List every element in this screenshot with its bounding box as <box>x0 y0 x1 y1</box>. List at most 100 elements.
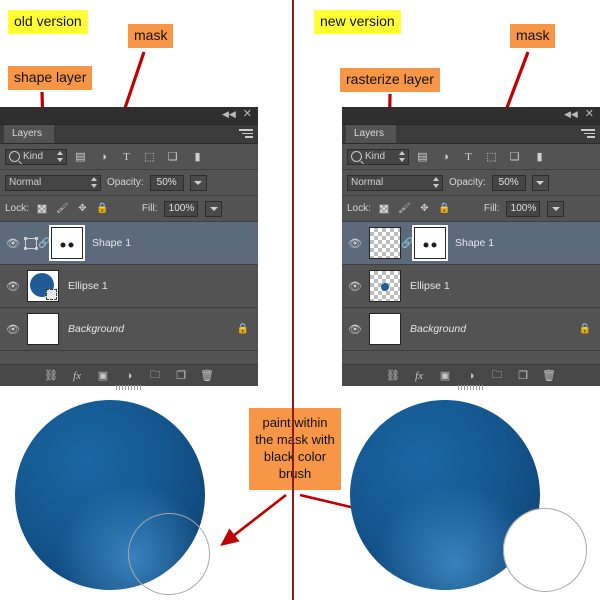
filter-toggle-icon[interactable]: ▮ <box>530 148 549 165</box>
blend-mode-dropdown[interactable]: Normal <box>5 174 101 191</box>
smart-object-filter-icon[interactable]: ❏ <box>163 148 182 165</box>
new-layer-icon[interactable]: ❐ <box>174 368 189 383</box>
layer-style-fx-icon[interactable]: fx <box>70 368 85 383</box>
screenshot-root: old version mask shape layer new version… <box>0 0 600 600</box>
panel-menu-icon[interactable] <box>581 129 595 139</box>
layer-thumbnail[interactable] <box>369 313 401 345</box>
link-icon[interactable]: 🔗 <box>38 238 51 249</box>
lock-all-icon[interactable]: 🔒 <box>438 202 451 215</box>
new-group-icon[interactable]: 🗀 <box>490 368 505 383</box>
chevron-updown-icon <box>56 151 63 162</box>
layer-row-ellipse-1[interactable]: 👁 Ellipse 1 <box>342 265 600 308</box>
layer-name: Background <box>68 323 125 335</box>
shape-filter-icon[interactable]: ⬚ <box>140 148 159 165</box>
lock-label: Lock: <box>347 203 371 214</box>
link-layers-icon[interactable]: ⛓ <box>386 368 401 383</box>
vector-shape-thumbnail[interactable] <box>23 236 38 250</box>
eye-icon[interactable]: 👁 <box>4 280 22 293</box>
layer-row-background[interactable]: 👁 Background 🔒 <box>0 308 258 351</box>
eye-icon[interactable]: 👁 <box>346 280 364 293</box>
lock-all-icon[interactable]: 🔒 <box>96 202 109 215</box>
layer-row-background[interactable]: 👁 Background 🔒 <box>342 308 600 351</box>
fill-dropdown-button[interactable] <box>205 200 223 217</box>
opacity-label: Opacity: <box>449 177 486 188</box>
lock-position-icon[interactable]: ✥ <box>418 202 431 215</box>
layer-thumbnail[interactable] <box>27 313 59 345</box>
layer-mask-thumbnail[interactable] <box>412 225 448 261</box>
delete-layer-icon[interactable]: 🗑 <box>200 368 215 383</box>
shape-filter-icon[interactable]: ⬚ <box>482 148 501 165</box>
panel-titlebar-right: ◀◀ ✕ <box>342 107 600 125</box>
close-icon[interactable]: ✕ <box>243 109 252 120</box>
panel-bottom-toolbar-right: ⛓ fx ▣ ◑ 🗀 ❐ 🗑 <box>342 364 600 390</box>
type-filter-icon[interactable]: T <box>459 148 478 165</box>
fill-dropdown-button[interactable] <box>547 200 565 217</box>
layer-thumbnail[interactable] <box>27 270 59 302</box>
link-layers-icon[interactable]: ⛓ <box>44 368 59 383</box>
lock-image-pixels-icon[interactable]: 🖌 <box>56 202 69 215</box>
lock-row-right: Lock: 🖌 ✥ 🔒 Fill: 100% <box>342 196 600 222</box>
filter-row-left: Kind ▤ ◑ T ⬚ ❏ ▮ <box>0 144 258 170</box>
type-filter-icon[interactable]: T <box>117 148 136 165</box>
callout-shape-layer: shape layer <box>8 66 93 90</box>
layer-row-shape-1[interactable]: 👁 🔗 Shape 1 <box>0 222 258 265</box>
eye-icon[interactable]: 👁 <box>4 323 22 336</box>
kind-filter-dropdown[interactable]: Kind <box>5 148 67 165</box>
lock-transparent-pixels-icon[interactable] <box>36 202 49 215</box>
pixel-filter-icon[interactable]: ▤ <box>71 148 90 165</box>
callout-old-version: old version <box>8 10 88 34</box>
lock-transparent-pixels-icon[interactable] <box>378 202 391 215</box>
resize-grip[interactable] <box>458 385 484 390</box>
collapse-icon[interactable]: ◀◀ <box>222 110 236 119</box>
filter-toggle-icon[interactable]: ▮ <box>188 148 207 165</box>
fill-label: Fill: <box>483 203 500 214</box>
opacity-value[interactable]: 50% <box>491 174 526 191</box>
callout-mask-left: mask <box>128 24 174 48</box>
smart-object-filter-icon[interactable]: ❏ <box>505 148 524 165</box>
layer-thumbnail[interactable] <box>369 227 401 259</box>
new-group-icon[interactable]: 🗀 <box>148 368 163 383</box>
layer-thumbnail[interactable] <box>369 270 401 302</box>
delete-layer-icon[interactable]: 🗑 <box>542 368 557 383</box>
tab-layers-left[interactable]: Layers <box>4 125 55 143</box>
collapse-icon[interactable]: ◀◀ <box>564 110 578 119</box>
add-layer-mask-icon[interactable]: ▣ <box>96 368 111 383</box>
opacity-dropdown-button[interactable] <box>531 174 549 191</box>
opacity-dropdown-button[interactable] <box>189 174 207 191</box>
pixel-filter-icon[interactable]: ▤ <box>413 148 432 165</box>
adjustment-filter-icon[interactable]: ◑ <box>94 148 113 165</box>
chevron-updown-icon <box>398 151 405 162</box>
layer-row-ellipse-1[interactable]: 👁 Ellipse 1 <box>0 265 258 308</box>
tab-layers-right[interactable]: Layers <box>346 125 397 143</box>
fill-value[interactable]: 100% <box>164 200 199 217</box>
lock-position-icon[interactable]: ✥ <box>76 202 89 215</box>
layer-mask-thumbnail[interactable] <box>49 225 85 261</box>
fill-value[interactable]: 100% <box>506 200 541 217</box>
resize-grip[interactable] <box>116 385 142 390</box>
layer-list-left: 👁 🔗 Shape 1 👁 Ellipse 1 👁 Background 🔒 <box>0 222 258 374</box>
layer-name: Ellipse 1 <box>68 280 108 292</box>
search-icon <box>351 151 362 162</box>
new-layer-icon[interactable]: ❐ <box>516 368 531 383</box>
link-icon[interactable]: 🔗 <box>401 238 414 249</box>
adjustment-filter-icon[interactable]: ◑ <box>436 148 455 165</box>
adjustment-layer-icon[interactable]: ◑ <box>122 368 137 383</box>
layer-style-fx-icon[interactable]: fx <box>412 368 427 383</box>
brush-cursor-outline-left <box>128 513 210 595</box>
lock-image-pixels-icon[interactable]: 🖌 <box>398 202 411 215</box>
eye-icon[interactable]: 👁 <box>4 237 22 250</box>
opacity-value[interactable]: 50% <box>149 174 184 191</box>
close-icon[interactable]: ✕ <box>585 109 594 120</box>
panel-menu-icon[interactable] <box>239 129 253 139</box>
kind-filter-dropdown[interactable]: Kind <box>347 148 409 165</box>
add-layer-mask-icon[interactable]: ▣ <box>438 368 453 383</box>
layer-row-shape-1[interactable]: 👁 🔗 Shape 1 <box>342 222 600 265</box>
panel-tabbar-right: Layers <box>342 125 600 144</box>
blend-mode-dropdown[interactable]: Normal <box>347 174 443 191</box>
layer-name: Background <box>410 323 467 335</box>
adjustment-layer-icon[interactable]: ◑ <box>464 368 479 383</box>
eye-icon[interactable]: 👁 <box>346 323 364 336</box>
layer-name: Shape 1 <box>455 237 495 249</box>
eye-icon[interactable]: 👁 <box>346 237 364 250</box>
panel-bottom-toolbar-left: ⛓ fx ▣ ◑ 🗀 ❐ 🗑 <box>0 364 258 390</box>
